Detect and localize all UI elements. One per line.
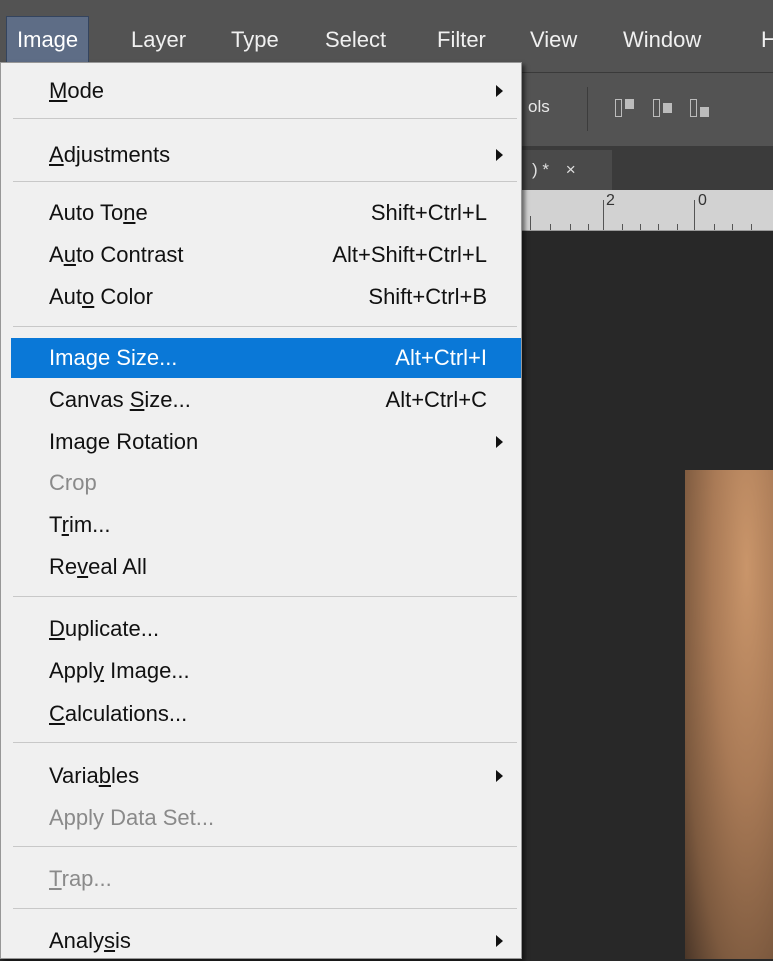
ruler-tick <box>658 224 659 230</box>
menu-layer[interactable]: Layer <box>131 17 186 63</box>
menu-item-label: Trim... <box>49 512 111 537</box>
ruler-tick <box>677 224 678 230</box>
menu-item-label: Variables <box>49 763 140 788</box>
submenu-arrow-icon <box>496 770 503 782</box>
menu-image[interactable]: Image <box>6 16 90 64</box>
submenu-arrow-icon <box>496 85 503 97</box>
document-tab-bar: ) * × <box>520 146 773 190</box>
align-bottom-icon[interactable] <box>690 99 712 117</box>
close-icon[interactable]: × <box>566 160 576 179</box>
document-image <box>685 470 773 959</box>
menu-item-label: Auto Color <box>49 284 153 309</box>
horizontal-ruler: 2 0 <box>520 190 773 231</box>
document-tab-title: ) * <box>532 160 549 179</box>
ruler-tick <box>640 224 641 230</box>
image-menu-dropdown: Mode Adjustments Auto Tone Shift+Ctrl+L … <box>0 62 522 959</box>
menu-item-trim[interactable]: Trim... <box>11 505 521 545</box>
menu-item-auto-tone[interactable]: Auto Tone Shift+Ctrl+L <box>11 193 521 233</box>
menu-item-crop: Crop <box>11 463 521 503</box>
ruler-tick <box>570 224 571 230</box>
menu-item-analysis[interactable]: Analysis <box>11 921 521 961</box>
menu-item-mode[interactable]: Mode <box>11 71 521 111</box>
menu-item-label: Trap... <box>49 866 112 891</box>
options-bar: ols <box>520 72 773 148</box>
menu-item-shortcut: Shift+Ctrl+B <box>368 284 487 309</box>
menu-item-label: Apply Image... <box>49 658 190 683</box>
menu-item-variables[interactable]: Variables <box>11 756 521 796</box>
menu-item-apply-data-set: Apply Data Set... <box>11 798 521 838</box>
menu-select[interactable]: Select <box>325 17 386 63</box>
document-tab[interactable]: ) * × <box>520 150 612 190</box>
menu-item-label: Canvas Size... <box>49 387 191 412</box>
menu-item-image-size[interactable]: Image Size... Alt+Ctrl+I <box>11 338 521 378</box>
options-label: ols <box>528 97 550 116</box>
menu-filter[interactable]: Filter <box>437 17 486 63</box>
ruler-tick <box>751 224 752 230</box>
options-separator <box>587 87 588 131</box>
menu-item-auto-contrast[interactable]: Auto Contrast Alt+Shift+Ctrl+L <box>11 235 521 275</box>
align-top-icon[interactable] <box>615 99 637 117</box>
ruler-tick <box>550 224 551 230</box>
ruler-tick <box>603 200 604 230</box>
submenu-arrow-icon <box>496 935 503 947</box>
menu-item-adjustments[interactable]: Adjustments <box>11 135 521 175</box>
menu-item-label: Crop <box>49 470 97 495</box>
menu-item-label: Reveal All <box>49 554 147 579</box>
menu-separator <box>13 118 517 119</box>
menu-item-label: Auto Tone <box>49 200 148 225</box>
ruler-tick <box>694 200 695 230</box>
submenu-arrow-icon <box>496 436 503 448</box>
menu-item-image-rotation[interactable]: Image Rotation <box>11 422 521 462</box>
ruler-tick <box>588 224 589 230</box>
menu-item-trap: Trap... <box>11 859 521 899</box>
menu-separator <box>13 326 517 327</box>
ruler-label: 2 <box>606 192 615 209</box>
align-vertical-center-icon[interactable] <box>653 99 675 117</box>
menu-item-label: Apply Data Set... <box>49 805 215 830</box>
menu-item-shortcut: Shift+Ctrl+L <box>370 200 487 225</box>
menu-item-label: Duplicate... <box>49 616 160 641</box>
menu-item-shortcut: Alt+Ctrl+I <box>395 345 487 370</box>
menu-item-canvas-size[interactable]: Canvas Size... Alt+Ctrl+C <box>11 380 521 420</box>
menu-separator <box>13 846 517 847</box>
menu-separator <box>13 908 517 909</box>
menu-item-label: Auto Contrast <box>49 242 184 267</box>
ruler-tick <box>714 224 715 230</box>
menu-item-shortcut: Alt+Ctrl+C <box>385 387 487 412</box>
menu-separator <box>13 742 517 743</box>
menu-item-label: Calculations... <box>49 701 188 726</box>
menu-view[interactable]: View <box>530 17 577 63</box>
ruler-tick <box>622 224 623 230</box>
menu-help[interactable]: H <box>761 17 773 63</box>
menu-separator <box>13 181 517 182</box>
menu-item-label: Analysis <box>49 928 131 953</box>
menu-item-reveal-all[interactable]: Reveal All <box>11 547 521 587</box>
ruler-tick <box>530 216 531 230</box>
menu-item-shortcut: Alt+Shift+Ctrl+L <box>332 242 487 267</box>
menu-item-auto-color[interactable]: Auto Color Shift+Ctrl+B <box>11 277 521 317</box>
menu-window[interactable]: Window <box>623 17 701 63</box>
menu-separator <box>13 596 517 597</box>
menu-type[interactable]: Type <box>231 17 279 63</box>
menu-item-label: Mode <box>49 78 105 103</box>
menu-item-label: Image Rotation <box>49 429 199 454</box>
menu-item-duplicate[interactable]: Duplicate... <box>11 609 521 649</box>
ruler-tick <box>732 224 733 230</box>
submenu-arrow-icon <box>496 149 503 161</box>
menu-item-label: Adjustments <box>49 142 171 167</box>
menu-item-apply-image[interactable]: Apply Image... <box>11 651 521 691</box>
menu-item-calculations[interactable]: Calculations... <box>11 694 521 734</box>
ruler-label: 0 <box>698 192 707 209</box>
menu-item-label: Image Size... <box>49 345 178 370</box>
